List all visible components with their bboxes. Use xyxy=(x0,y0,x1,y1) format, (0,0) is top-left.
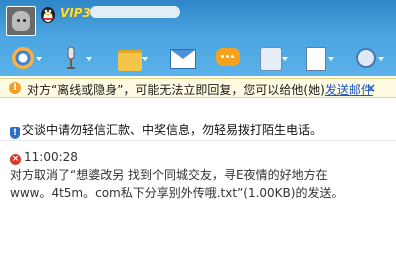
toolbar xyxy=(0,40,396,76)
settings-button[interactable] xyxy=(350,44,384,72)
notice-message: 对方“离线或隐身”，可能无法立即回复，您可以给他(她)发送邮件 xyxy=(27,81,373,98)
games-button[interactable] xyxy=(300,44,334,72)
chevron-down-icon[interactable] xyxy=(86,57,92,61)
send-email-button[interactable] xyxy=(166,44,198,72)
game-cards-icon xyxy=(306,47,326,71)
voice-icon xyxy=(67,46,75,69)
dot xyxy=(226,55,229,58)
chevron-down-icon[interactable] xyxy=(142,57,148,61)
info-icon: ! xyxy=(9,82,21,94)
settings-icon xyxy=(356,48,376,68)
video-call-button[interactable] xyxy=(8,44,42,72)
avatar-eye xyxy=(17,19,20,22)
chevron-down-icon[interactable] xyxy=(282,57,288,61)
close-notice-icon[interactable]: × xyxy=(366,81,376,95)
security-tip-text: 交谈中请勿轻信汇款、中奖信息，勿轻易拨打陌生电话。 xyxy=(22,123,323,137)
send-file-button[interactable] xyxy=(114,44,148,72)
contact-info-bar: VIP3 xyxy=(0,0,396,40)
speaker-button[interactable] xyxy=(254,44,288,72)
divider xyxy=(0,140,396,141)
message-header: × 11:00:28 xyxy=(10,150,78,165)
contact-name-obscured xyxy=(90,6,180,18)
chat-bubble-icon xyxy=(216,48,240,66)
avatar-eye xyxy=(23,19,26,22)
message-time: 11:00:28 xyxy=(24,150,78,164)
speaker-icon xyxy=(260,47,282,71)
dot xyxy=(221,55,224,58)
group-chat-button[interactable] xyxy=(212,44,244,72)
security-tip: ! 交谈中请勿轻信汇款、中奖信息，勿轻易拨打陌生电话。 xyxy=(10,121,322,139)
voice-call-button[interactable] xyxy=(58,44,92,72)
notice-text: 对方“离线或隐身”，可能无法立即回复，您可以给他(她) xyxy=(27,83,325,97)
avatar-face xyxy=(12,11,30,31)
chevron-down-icon[interactable] xyxy=(328,57,334,61)
file-transfer-icon xyxy=(118,50,142,71)
qq-penguin-icon xyxy=(41,7,55,23)
shield-icon: ! xyxy=(10,127,20,139)
chat-history[interactable]: ! 交谈中请勿轻信汇款、中奖信息，勿轻易拨打陌生电话。 × 11:00:28 对方取… xyxy=(0,100,396,255)
email-icon xyxy=(170,49,196,69)
message-line-2: www。4t5m。com私下分享别外传哦.txt”(1.00KB)的发送。 xyxy=(10,186,344,200)
dot xyxy=(231,55,234,58)
chat-window-header: VIP3 xyxy=(0,0,396,76)
contact-avatar[interactable] xyxy=(6,6,36,36)
error-icon: × xyxy=(10,154,21,165)
video-icon xyxy=(12,47,34,69)
message-line-1: 对方取消了“想婆改另 找到个同城交友，寻E夜情的好地方在 xyxy=(10,168,328,182)
chevron-down-icon[interactable] xyxy=(378,57,384,61)
chevron-down-icon[interactable] xyxy=(36,57,42,61)
offline-notice-bar: ! 对方“离线或隐身”，可能无法立即回复，您可以给他(她)发送邮件 × xyxy=(0,78,396,98)
vip-badge: VIP3 xyxy=(60,6,91,20)
